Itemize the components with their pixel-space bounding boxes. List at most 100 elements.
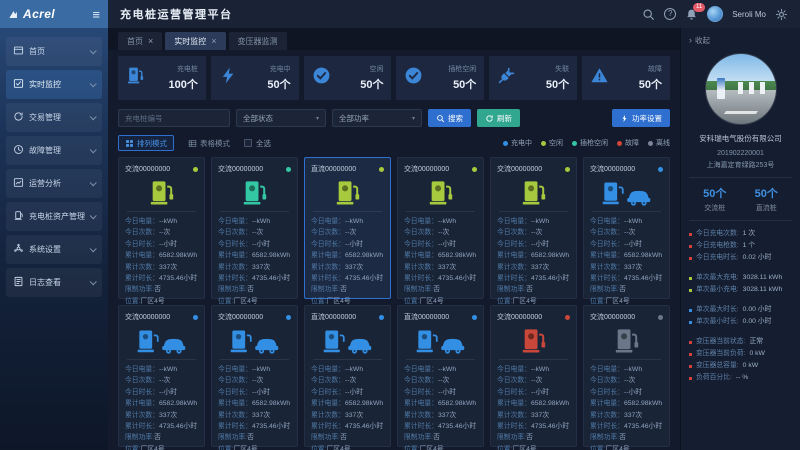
card-field: 限制功率:否 — [125, 432, 198, 443]
power-select[interactable]: 全部功率 ▾ — [332, 109, 422, 127]
charger-card-10[interactable]: 交流00000000 今日电量：--kWh今日次数：--次今日时长：--小时累计… — [490, 305, 577, 447]
close-icon[interactable]: × — [211, 37, 216, 46]
topbar-icons: ? 11 Seroli Mo — [642, 6, 788, 22]
sidebar-item-home[interactable]: 首页 — [6, 37, 102, 66]
hamburger-menu-icon[interactable]: ≡ — [92, 8, 100, 21]
power-setting-button[interactable]: 功率设置 — [612, 109, 670, 127]
card-field: 限制功率:否 — [590, 432, 663, 443]
bell-icon[interactable]: 11 — [685, 8, 698, 21]
pile-type-stats: 50个交流桩50个直流桩 — [689, 185, 792, 213]
charger-card-5[interactable]: 交流00000000 今日电量：--kWh今日次数：--次今日时长：--小时累计… — [583, 157, 670, 299]
settings-icon — [13, 243, 24, 256]
card-field: 今日电量：--kWh — [125, 364, 198, 375]
select-all-checkbox[interactable]: 全选 — [244, 138, 271, 149]
home-icon — [13, 45, 24, 58]
status-dot-icon — [565, 315, 570, 320]
charger-card-9[interactable]: 直流00000000 今日电量：--kWh今日次数：--次今日时长：--小时累计… — [397, 305, 484, 447]
status-dot-icon — [379, 167, 384, 172]
charger-card-4[interactable]: 交流00000000 今日电量：--kWh今日次数：--次今日时长：--小时累计… — [490, 157, 577, 299]
card-field: 限制功率:否 — [218, 284, 291, 295]
status-dot-icon — [193, 315, 198, 320]
card-field: 今日时长：--小时 — [125, 387, 198, 398]
logo-bar: Acrel ≡ — [0, 0, 108, 28]
stat-card-pile[interactable]: 充电桩 100个 — [118, 56, 206, 100]
tab-1[interactable]: 实时监控× — [165, 32, 225, 50]
sidebar-item-transaction[interactable]: 交易管理 — [6, 103, 102, 132]
sidebar-item-analysis[interactable]: 运营分析 — [6, 169, 102, 198]
list-mode-button[interactable]: 排列模式 — [118, 135, 174, 151]
status-dot-icon — [572, 141, 577, 146]
search-button[interactable]: 搜索 — [428, 109, 471, 127]
status-select-value: 全部状态 — [243, 113, 273, 124]
chevron-down-icon — [90, 245, 97, 252]
chevron-down-icon — [90, 179, 97, 186]
sidebar-item-fault[interactable]: 故障管理 — [6, 136, 102, 165]
card-field: 累计电量：6582.98kWh — [590, 398, 663, 409]
tab-2[interactable]: 变压器监测 — [229, 32, 287, 50]
tab-0[interactable]: 首页× — [118, 32, 162, 50]
gear-icon[interactable] — [775, 8, 788, 21]
sidebar-item-log[interactable]: 日志查看 — [6, 268, 102, 297]
card-field: 今日次数：--次 — [590, 375, 663, 386]
charger-card-6[interactable]: 交流00000000 今日电量：--kWh今日次数：--次今日时长：--小时累计… — [118, 305, 205, 447]
stat-card-check[interactable]: 插枪空闲 50个 — [396, 56, 484, 100]
charger-card-8[interactable]: 直流00000000 今日电量：--kWh今日次数：--次今日时长：--小时累计… — [304, 305, 391, 447]
sidebar-item-settings[interactable]: 系统设置 — [6, 235, 102, 264]
plug-icon — [497, 66, 516, 90]
stat-card-warning[interactable]: 故障 50个 — [582, 56, 670, 100]
charging-pile-icon — [125, 179, 198, 207]
search-icon[interactable] — [642, 8, 655, 21]
app-window: Acrel ≡ 首页 实时监控 交易管理 故障管理 运营分析 充电桩资产管理 系… — [0, 0, 800, 450]
sidebar-item-asset[interactable]: 充电桩资产管理 — [6, 202, 102, 231]
refresh-button[interactable]: 刷新 — [477, 109, 520, 127]
charger-card-2[interactable]: 直流00000000 今日电量：--kWh今日次数：--次今日时长：--小时累计… — [304, 157, 391, 299]
collapse-button[interactable]: › 收起 — [689, 35, 710, 46]
charging-pile-icon — [311, 179, 384, 207]
card-field: 累计次数：337次 — [311, 410, 384, 421]
card-field: 限制功率:否 — [311, 432, 384, 443]
help-icon[interactable]: ? — [664, 8, 676, 20]
card-field: 累计次数：337次 — [497, 410, 570, 421]
card-field: 累计次数：337次 — [590, 262, 663, 273]
stat-card-check[interactable]: 空闲 50个 — [304, 56, 392, 100]
card-field: 今日时长：--小时 — [311, 387, 384, 398]
refresh-icon — [485, 114, 494, 123]
card-field: 今日次数：--次 — [125, 375, 198, 386]
charger-card-3[interactable]: 交流00000000 今日电量：--kWh今日次数：--次今日时长：--小时累计… — [397, 157, 484, 299]
charger-card-1[interactable]: 交流00000000 今日电量：--kWh今日次数：--次今日时长：--小时累计… — [211, 157, 298, 299]
card-field: 限制功率:否 — [590, 284, 663, 295]
tabbar: 首页×实时监控×变压器监测 — [108, 28, 680, 50]
chevron-down-icon — [90, 47, 97, 54]
charger-card-11[interactable]: 交流00000000 今日电量：--kWh今日次数：--次今日时长：--小时累计… — [583, 305, 670, 447]
status-dot-icon — [193, 167, 198, 172]
close-icon[interactable]: × — [148, 37, 153, 46]
bolt-icon — [219, 66, 238, 90]
card-field: 限制功率:否 — [497, 432, 570, 443]
card-field: 限制功率:否 — [404, 284, 477, 295]
stat-card-bolt[interactable]: 充电中 50个 — [211, 56, 299, 100]
card-field: 今日电量：--kWh — [590, 364, 663, 375]
check-icon — [312, 66, 331, 90]
charger-card-0[interactable]: 交流00000000 今日电量：--kWh今日次数：--次今日时长：--小时累计… — [118, 157, 205, 299]
status-select[interactable]: 全部状态 ▾ — [236, 109, 326, 127]
sidebar-item-monitor[interactable]: 实时监控 — [6, 70, 102, 99]
user-name[interactable]: Seroli Mo — [732, 10, 766, 19]
metric-row: 单次最小时长: 0.00 小时 — [689, 316, 792, 328]
charger-card-7[interactable]: 交流00000000 今日电量：--kWh今日次数：--次今日时长：--小时累计… — [211, 305, 298, 447]
card-field: 累计电量：6582.98kWh — [404, 250, 477, 261]
card-field: 累计次数：337次 — [218, 410, 291, 421]
avatar[interactable] — [707, 6, 723, 22]
bullet-icon — [689, 377, 692, 380]
charging-pile-icon — [125, 327, 198, 355]
card-field: 累计时长：4735.46小时 — [497, 421, 570, 432]
card-field: 累计时长：4735.46小时 — [125, 273, 198, 284]
metric-row: 负荷百分比: -- % — [689, 372, 792, 384]
power-icon — [620, 114, 629, 123]
station-number: 201902220001 — [717, 150, 764, 157]
pile-number-input[interactable] — [118, 109, 230, 127]
card-field: 累计时长：4735.46小时 — [218, 273, 291, 284]
card-field: 累计次数：337次 — [590, 410, 663, 421]
main-area: 充电桩运营管理平台 ? 11 Seroli Mo 首页×实时监控×变压器监测 — [108, 0, 800, 450]
stat-card-plug[interactable]: 失联 50个 — [489, 56, 577, 100]
table-mode-button[interactable]: 表格模式 — [181, 135, 237, 151]
